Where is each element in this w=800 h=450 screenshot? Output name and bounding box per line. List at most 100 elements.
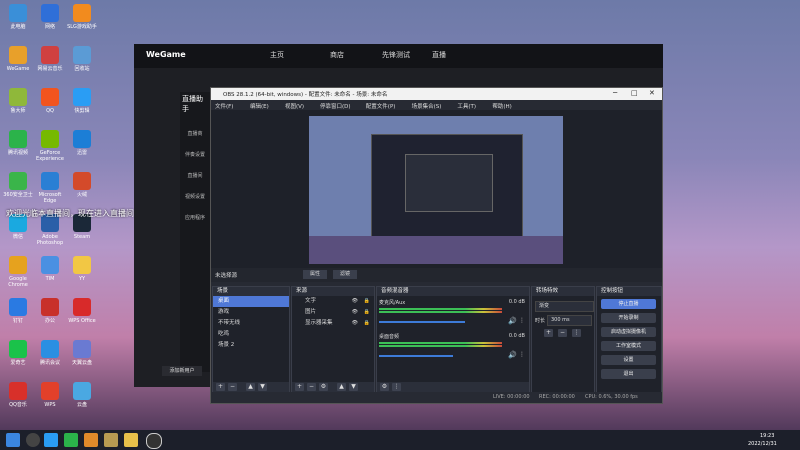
remove-transition-button[interactable]: − <box>558 329 567 337</box>
volume-slider[interactable] <box>379 355 453 357</box>
obs-window[interactable]: OBS 28.1.2 (64-bit, windows) - 配置文件: 未命名… <box>210 87 663 404</box>
menu-item[interactable]: 文件(F) <box>215 102 233 110</box>
tab-store[interactable]: 商店 <box>330 50 344 60</box>
menu-item[interactable]: 配置文件(P) <box>366 102 396 110</box>
control-button[interactable]: 启动虚拟摄像机 <box>601 327 656 337</box>
menu-item[interactable]: 场景集合(S) <box>412 102 442 110</box>
mixer-menu-button[interactable]: ⋮ <box>392 383 401 391</box>
desktop-icon[interactable]: WPS <box>34 382 66 408</box>
edge-icon[interactable] <box>44 433 58 447</box>
desktop-icon[interactable]: 网络 <box>34 4 66 30</box>
lock-icon[interactable]: 🔒 <box>364 307 370 318</box>
add-source-button[interactable]: + <box>295 383 304 391</box>
folder-icon[interactable] <box>124 433 138 447</box>
desktop-icon[interactable]: 办公 <box>34 298 66 324</box>
desktop-icon[interactable]: 迅雷 <box>66 130 98 156</box>
menu-item[interactable]: 编辑(E) <box>250 102 269 110</box>
lock-icon[interactable]: 🔒 <box>364 318 370 329</box>
desktop-icon[interactable]: 钉钉 <box>2 298 34 324</box>
desktop-icon[interactable]: 腾讯视频 <box>2 130 34 156</box>
sidebar-item[interactable]: 伴奏设置 <box>180 151 210 158</box>
control-button[interactable]: 设置 <box>601 355 656 365</box>
desktop-icon[interactable]: YY <box>66 256 98 282</box>
transition-menu-button[interactable]: ⋮ <box>572 329 581 337</box>
remove-source-button[interactable]: − <box>307 383 316 391</box>
control-button[interactable]: 退出 <box>601 369 656 379</box>
duration-input[interactable]: 300 ms <box>547 315 592 326</box>
move-up-button[interactable]: ▲ <box>246 383 255 391</box>
desktop-icon[interactable]: 天翼云盘 <box>66 340 98 366</box>
remove-scene-button[interactable]: − <box>228 383 237 391</box>
source-item[interactable]: 显示器采集 👁 🔒 <box>292 318 374 329</box>
control-button[interactable]: 工作室模式 <box>601 341 656 351</box>
sidebar-item[interactable]: 视频设置 <box>180 193 210 200</box>
desktop-icon[interactable]: 360安全卫士 <box>2 172 34 198</box>
menu-item[interactable]: 视图(V) <box>285 102 304 110</box>
desktop-icon[interactable]: 火绒 <box>66 172 98 198</box>
speaker-icon[interactable]: 🔊 <box>508 317 517 325</box>
minimize-icon[interactable]: ─ <box>613 89 617 97</box>
add-transition-button[interactable]: + <box>544 329 553 337</box>
sidebar-item[interactable]: 直播间 <box>180 172 210 179</box>
scene-item[interactable]: 游戏 <box>213 307 289 318</box>
tab-live[interactable]: 直播 <box>432 50 446 60</box>
desktop-icon[interactable]: 快剪辑 <box>66 88 98 114</box>
start-icon[interactable] <box>6 433 20 447</box>
desktop-icon[interactable]: QQ <box>34 88 66 114</box>
desktop-icon[interactable]: TIM <box>34 256 66 282</box>
control-button[interactable]: 停止直播 <box>601 299 656 309</box>
menu-item[interactable]: 工具(T) <box>457 102 476 110</box>
wegame-footer-button[interactable]: 添加新用户 <box>162 366 202 376</box>
desktop-icon[interactable]: Google Chrome <box>2 256 34 288</box>
desktop-icon[interactable]: GeForce Experience <box>34 130 66 162</box>
wechat-icon[interactable] <box>64 433 78 447</box>
transition-select[interactable]: 渐变 <box>535 301 594 312</box>
menu-item[interactable]: 帮助(H) <box>492 102 511 110</box>
source-item[interactable]: 图片 👁 🔒 <box>292 307 374 318</box>
menu-item[interactable]: 停靠窗口(D) <box>320 102 351 110</box>
scene-item[interactable]: 场景 2 <box>213 340 289 351</box>
maximize-icon[interactable]: □ <box>631 89 638 97</box>
desktop-icon[interactable]: SLG游戏助手 <box>66 4 98 30</box>
scene-item[interactable]: 吃鸡 <box>213 329 289 340</box>
sidebar-item[interactable]: 应用程序 <box>180 214 210 221</box>
scene-item[interactable]: 桌面 <box>213 296 289 307</box>
lol-icon[interactable] <box>104 433 118 447</box>
tab-home[interactable]: 主页 <box>270 50 284 60</box>
properties-button[interactable]: 属性 <box>303 270 327 279</box>
gear-icon[interactable]: ⋮ <box>519 351 525 358</box>
source-down-button[interactable]: ▼ <box>349 383 358 391</box>
source-item[interactable]: 文字 👁 🔒 <box>292 296 374 307</box>
source-properties-button[interactable]: ⚙ <box>319 383 328 391</box>
visibility-icon[interactable]: 👁 <box>352 307 358 318</box>
lock-icon[interactable]: 🔒 <box>364 296 370 307</box>
wegame-icon[interactable] <box>84 433 98 447</box>
gear-icon[interactable]: ⋮ <box>519 317 525 324</box>
filters-button[interactable]: 滤镜 <box>333 270 357 279</box>
visibility-icon[interactable]: 👁 <box>352 296 358 307</box>
scene-item[interactable]: 不带无线 <box>213 318 289 329</box>
tab-beta[interactable]: 先锋测试 <box>382 50 410 60</box>
desktop-icon[interactable]: 云盘 <box>66 382 98 408</box>
speaker-icon[interactable]: 🔊 <box>508 351 517 359</box>
search-icon[interactable] <box>26 433 40 447</box>
volume-slider[interactable] <box>379 321 465 323</box>
desktop-icon[interactable]: WeGame <box>2 46 34 72</box>
visibility-icon[interactable]: 👁 <box>352 318 358 329</box>
desktop-icon[interactable]: WPS Office <box>66 298 98 324</box>
add-scene-button[interactable]: + <box>216 383 225 391</box>
source-up-button[interactable]: ▲ <box>337 383 346 391</box>
mixer-settings-button[interactable]: ⚙ <box>380 383 389 391</box>
control-button[interactable]: 开始录制 <box>601 313 656 323</box>
desktop-icon[interactable]: QQ音乐 <box>2 382 34 408</box>
desktop-icon[interactable]: 回收站 <box>66 46 98 72</box>
desktop-icon[interactable]: 此电脑 <box>2 4 34 30</box>
desktop-icon[interactable]: 腾讯会议 <box>34 340 66 366</box>
sidebar-item[interactable]: 直播商 <box>180 130 210 137</box>
preview-area[interactable] <box>211 110 662 268</box>
desktop-icon[interactable]: 网易云音乐 <box>34 46 66 72</box>
move-down-button[interactable]: ▼ <box>258 383 267 391</box>
obs-icon[interactable] <box>146 433 162 449</box>
desktop-icon[interactable]: 鲁大师 <box>2 88 34 114</box>
desktop-icon[interactable]: 爱奇艺 <box>2 340 34 366</box>
